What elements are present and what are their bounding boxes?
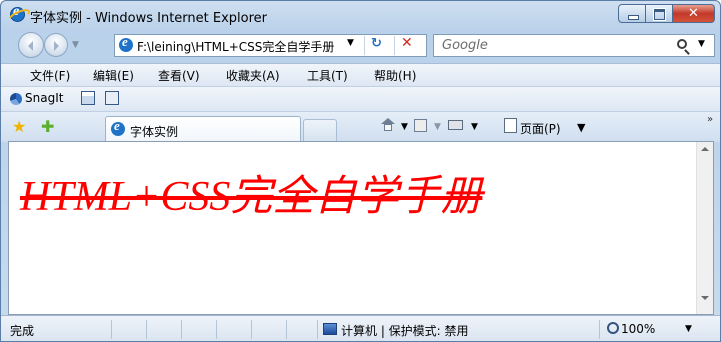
page-content: HTML+CSS完全自学手册 [8,141,714,315]
snagit-icon[interactable] [10,93,22,105]
address-separator [394,36,395,55]
navigation-bar: ▼ F:\leining\HTML+CSS完全自学手册 ▼ ↻ ✕ Google… [1,29,720,63]
menu-file[interactable]: 文件(F) [30,67,70,84]
status-bar: 完成 计算机 | 保护模式: 禁用 100% ▼ [1,315,720,341]
print-dropdown-chevron-down-icon[interactable]: ▼ [471,122,478,132]
tab-label: 字体实例 [130,125,179,139]
status-text: 完成 [10,324,35,338]
zoom-icon[interactable] [607,322,619,334]
home-dropdown-chevron-down-icon[interactable]: ▼ [401,122,408,132]
search-input[interactable]: Google [442,38,488,53]
page-ie-icon [119,34,133,52]
page-heading: HTML+CSS完全自学手册 [20,174,483,220]
snagit-button[interactable]: SnagIt [25,91,63,105]
page-menu-button[interactable]: 页面(P) [520,120,561,137]
tab-ie-icon [111,118,125,136]
security-zone-text[interactable]: 计算机 | 保护模式: 禁用 [341,322,469,339]
search-box[interactable]: Google ▼ [433,34,715,57]
back-button[interactable] [18,32,44,58]
snagit-window-icon[interactable] [81,91,95,105]
menu-favorites[interactable]: 收藏夹(A) [226,67,280,84]
address-input[interactable]: F:\leining\HTML+CSS完全自学手册 [137,38,342,55]
status-divider [181,320,182,339]
status-divider [146,320,147,339]
forward-button[interactable] [44,33,68,57]
scroll-up-arrow-icon[interactable] [701,147,709,151]
status-divider [216,320,217,339]
toolbar-overflow-chevron-icon[interactable]: » [707,114,713,125]
favorites-star-icon[interactable]: ★ [12,117,26,136]
search-options-chevron-down-icon[interactable]: ▼ [698,39,705,49]
print-icon[interactable] [448,120,463,130]
menu-tools[interactable]: 工具(T) [307,67,348,84]
maximize-button[interactable] [646,4,673,23]
page-dropdown-chevron-down-icon[interactable]: ▼ [577,121,585,134]
scroll-down-arrow-icon[interactable] [701,296,709,300]
tab-font-example[interactable]: 字体实例 [105,116,301,142]
refresh-icon[interactable]: ↻ [371,36,382,51]
links-toolbar: SnagIt [1,86,720,111]
menu-edit[interactable]: 编辑(E) [93,67,134,84]
menu-view[interactable]: 查看(V) [158,67,200,84]
close-icon: ✕ [688,6,699,21]
page-icon[interactable] [504,118,517,133]
status-divider [111,320,112,339]
close-button[interactable]: ✕ [673,4,715,23]
feeds-dropdown-chevron-down-icon[interactable]: ▼ [434,122,441,132]
ie-window: 字体实例 - Windows Internet Explorer ✕ ▼ F:\… [0,0,721,342]
menu-help[interactable]: 帮助(H) [374,67,416,84]
tab-row: ★ ✚ 字体实例 ▼ ▼ ▼ 页面(P) ▼ » [1,111,720,142]
title-bar: 字体实例 - Windows Internet Explorer ✕ [1,1,720,29]
menu-bar: 文件(F) 编辑(E) 查看(V) 收藏夹(A) 工具(T) 帮助(H) [1,63,720,86]
status-divider [599,320,600,339]
status-divider [286,320,287,339]
snagit-edit-icon[interactable] [105,91,119,105]
computer-zone-icon [323,323,337,335]
feeds-icon[interactable] [414,119,427,132]
recent-pages-chevron-down-icon[interactable]: ▼ [72,40,79,50]
zoom-dropdown-chevron-down-icon[interactable]: ▼ [685,324,692,334]
ie-logo-icon [10,4,25,22]
address-separator [364,36,365,55]
add-favorite-star-icon[interactable]: ✚ [41,117,54,136]
address-bar[interactable]: F:\leining\HTML+CSS完全自学手册 ▼ ↻ ✕ [114,34,427,57]
window-title: 字体实例 - Windows Internet Explorer [30,11,267,26]
zoom-level[interactable]: 100% [621,322,655,336]
vertical-scrollbar[interactable] [696,142,713,314]
status-divider [317,320,318,339]
home-icon[interactable] [381,118,395,132]
new-tab-button[interactable] [303,119,337,142]
address-dropdown-chevron-down-icon[interactable]: ▼ [347,38,354,48]
minimize-button[interactable] [618,4,646,23]
status-divider [251,320,252,339]
stop-icon[interactable]: ✕ [401,35,413,51]
search-icon[interactable] [677,39,687,49]
